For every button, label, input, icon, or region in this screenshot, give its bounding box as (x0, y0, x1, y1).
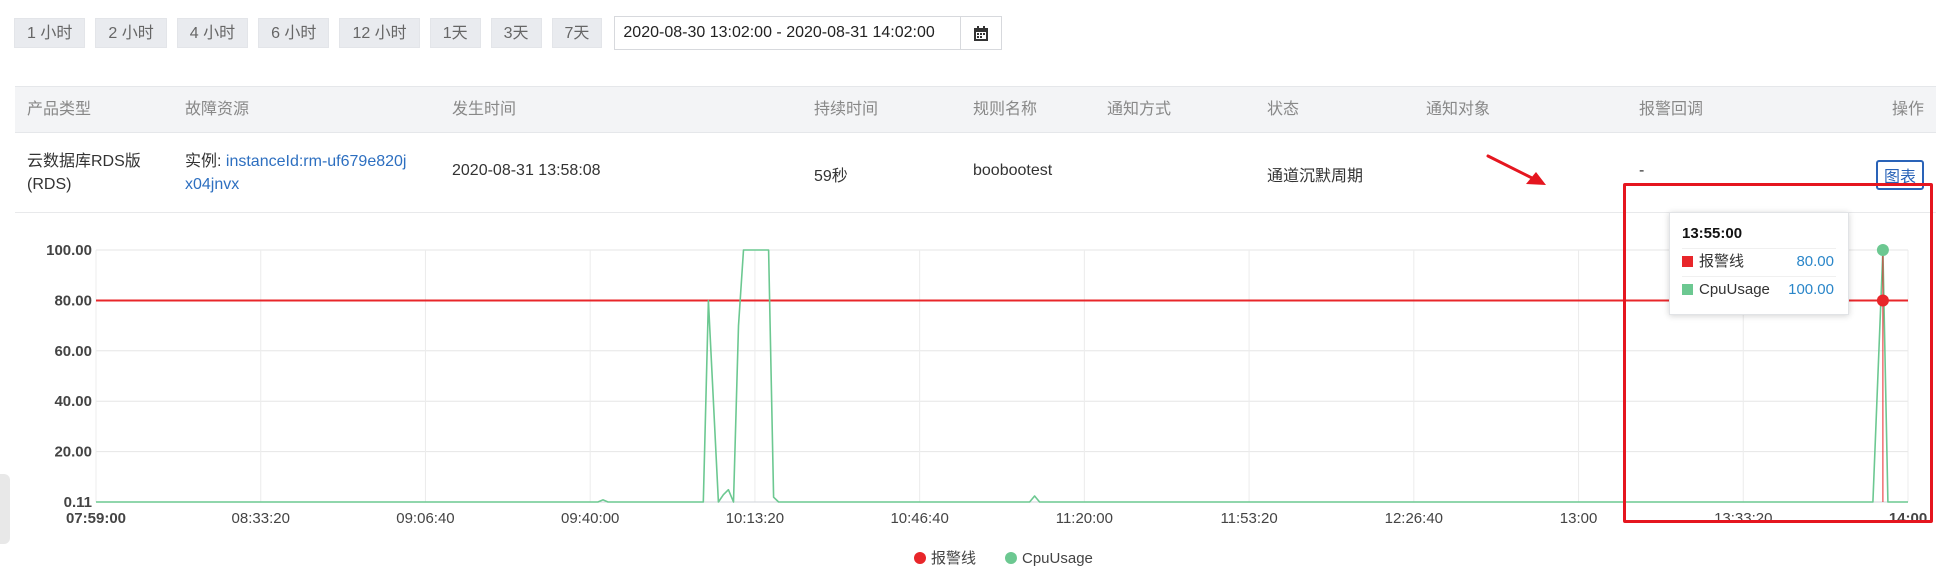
legend-alarm-line-marker (914, 552, 926, 564)
y-tick-label: 80.00 (54, 292, 92, 309)
y-tick-label: 100.00 (46, 242, 92, 259)
legend-cpu-usage-marker (1005, 552, 1017, 564)
x-tick-label: 10:13:20 (726, 510, 784, 527)
legend-label: CpuUsage (1022, 550, 1093, 567)
x-tick-label: 11:20:00 (1056, 510, 1113, 527)
y-tick-label: 0.11 (64, 494, 92, 511)
x-tick-label: 07:59:00 (66, 510, 126, 527)
highlight-annotation-box (1623, 183, 1933, 523)
legend-label: 报警线 (931, 550, 976, 567)
x-tick-label: 11:53:20 (1220, 510, 1277, 527)
x-tick-label: 13:00 (1560, 510, 1598, 527)
x-tick-label: 09:06:40 (396, 510, 454, 527)
side-drawer-handle[interactable] (0, 474, 10, 544)
x-tick-label: 09:40:00 (561, 510, 619, 527)
x-tick-label: 08:33:20 (232, 510, 290, 527)
x-tick-label: 10:46:40 (890, 510, 948, 527)
y-tick-label: 40.00 (54, 393, 92, 410)
y-tick-label: 20.00 (54, 444, 92, 461)
x-tick-label: 12:26:40 (1385, 510, 1443, 527)
y-tick-label: 60.00 (54, 343, 92, 360)
